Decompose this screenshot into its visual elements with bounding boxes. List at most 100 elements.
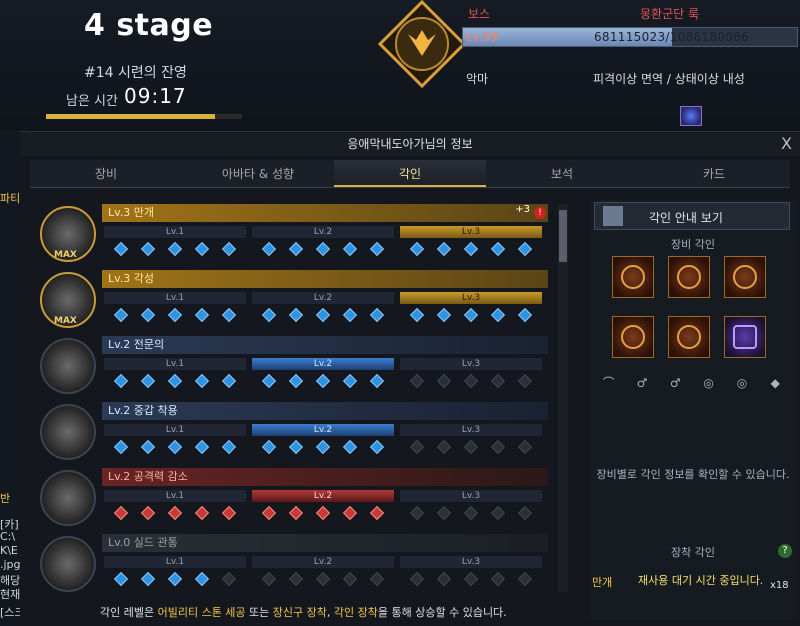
engraving-node <box>315 439 331 455</box>
engraving-node <box>194 307 210 323</box>
book-icon <box>603 206 623 226</box>
scrollbar-thumb[interactable] <box>559 210 567 262</box>
level-segment: Lv.3 <box>400 490 542 502</box>
footer-text: 을 통해 상승할 수 있습니다. <box>377 606 507 619</box>
engraving-row[interactable]: Lv.2 전문의 Lv.1 Lv.2 Lv.3 <box>38 336 550 398</box>
item-count: x18 <box>770 580 789 591</box>
engraving-node <box>369 307 385 323</box>
level-segment: Lv.1 <box>104 358 246 370</box>
accessory-slot-earring-1[interactable] <box>668 256 710 298</box>
accessory-slot-earring-2[interactable] <box>724 256 766 298</box>
engraving-node <box>221 505 237 521</box>
engraving-node <box>490 373 506 389</box>
ring-icon: ◎ <box>736 376 748 390</box>
engraving-node <box>463 241 479 257</box>
engraving-node <box>315 571 331 587</box>
node-group <box>400 373 542 389</box>
node-group <box>104 439 246 455</box>
engraving-guide-button[interactable]: 각인 안내 보기 <box>594 202 790 230</box>
necklace-icon: ⌒ <box>602 376 615 390</box>
engraving-side-panel: 각인 안내 보기 장비 각인 ⌒ ♂ ♂ ◎ ◎ ◆ 장비별로 각인 정보를 확… <box>590 200 796 620</box>
engraving-node <box>463 571 479 587</box>
equipped-engraving-status: 만개 <box>592 576 613 589</box>
engraving-node <box>369 505 385 521</box>
tab-equipment[interactable]: 장비 <box>30 160 182 187</box>
tab-engraving[interactable]: 각인 <box>334 160 486 187</box>
tab-avatar[interactable]: 아바타 & 성향 <box>182 160 334 187</box>
engraving-node <box>167 571 183 587</box>
engraving-node <box>288 571 304 587</box>
boss-status-icon[interactable] <box>680 106 702 126</box>
engraving-node <box>261 439 277 455</box>
engraving-node <box>288 439 304 455</box>
engraving-node <box>315 307 331 323</box>
engraving-node <box>490 439 506 455</box>
engraving-node <box>167 241 183 257</box>
engraving-node <box>517 439 533 455</box>
accessory-slot-ring-1[interactable] <box>612 316 654 358</box>
level-segment: Lv.2 <box>252 292 394 304</box>
accessory-slot-necklace[interactable] <box>612 256 654 298</box>
engraving-node <box>517 373 533 389</box>
engraving-node <box>463 307 479 323</box>
engraving-node <box>463 373 479 389</box>
node-group <box>400 505 542 521</box>
earring-icon: ♂ <box>669 376 681 390</box>
slot-type-icons: ⌒ ♂ ♂ ◎ ◎ ◆ <box>592 373 792 393</box>
engraving-node <box>140 505 156 521</box>
equipment-engraving-title: 장비 각인 <box>671 238 715 251</box>
engraving-row[interactable]: Lv.2 중갑 착용 Lv.1 Lv.2 Lv.3 <box>38 402 550 464</box>
engraving-row[interactable]: MAX Lv.3 각성 Lv.1 Lv.2 Lv.3 <box>38 270 550 332</box>
engraving-guide-label: 각인 안내 보기 <box>649 211 723 225</box>
engraving-node <box>261 241 277 257</box>
engraving-node <box>409 241 425 257</box>
engraving-name: Lv.2 중갑 착용 <box>102 402 548 420</box>
boss-name: 몽환군단 룩 <box>640 7 700 21</box>
engraving-node <box>194 571 210 587</box>
warning-icon[interactable]: ! <box>534 207 546 219</box>
engraving-row[interactable]: Lv.0 실드 관통 Lv.1 Lv.2 Lv.3 <box>38 534 550 592</box>
footer-text: , <box>326 606 334 619</box>
engraving-node <box>113 241 129 257</box>
engraving-node <box>436 373 452 389</box>
engraving-node <box>194 241 210 257</box>
top-hud: 4 stage #14 시련의 잔영 남은 시간 09:17 보스 몽환군단 룩… <box>0 0 800 130</box>
engraving-node <box>221 307 237 323</box>
engraving-node <box>463 505 479 521</box>
node-group <box>252 439 394 455</box>
timer-progress-bar <box>46 114 242 119</box>
engraving-row[interactable]: MAX Lv.3 만개 +3! Lv.1 Lv.2 Lv.3 <box>38 204 550 266</box>
remaining-time-value: 09:17 <box>124 84 187 108</box>
node-group <box>104 505 246 521</box>
ring-icon <box>621 325 645 349</box>
engraving-node <box>463 439 479 455</box>
ability-stone-icon <box>733 325 757 349</box>
engraving-row[interactable]: Lv.2 공격력 감소 Lv.1 Lv.2 Lv.3 <box>38 468 550 530</box>
engraving-node <box>140 439 156 455</box>
engraving-icon <box>40 536 96 592</box>
accessory-slot-ring-2[interactable] <box>668 316 710 358</box>
node-group <box>104 571 246 587</box>
engraving-node <box>409 571 425 587</box>
tab-gems[interactable]: 보석 <box>486 160 638 187</box>
tab-cards[interactable]: 카드 <box>638 160 790 187</box>
level-segment: Lv.3 <box>400 292 542 304</box>
background-party-label: 파티 <box>0 192 21 205</box>
engraving-node <box>436 571 452 587</box>
close-button[interactable]: X <box>781 134 792 153</box>
engraving-name: Lv.0 실드 관통 <box>102 534 548 552</box>
earring-icon <box>677 265 701 289</box>
node-group <box>252 373 394 389</box>
engraving-list: MAX Lv.3 만개 +3! Lv.1 Lv.2 Lv.3 MAX Lv.3 각성 Lv.1 L… <box>38 204 550 592</box>
engraving-node <box>167 439 183 455</box>
footer-text: 각인 레벨은 <box>100 606 158 619</box>
level-segment: Lv.1 <box>104 292 246 304</box>
help-icon[interactable]: ? <box>778 544 792 558</box>
trial-name: #14 시련의 잔영 <box>84 65 187 81</box>
earring-icon <box>733 265 757 289</box>
scrollbar[interactable] <box>558 204 568 592</box>
engraving-node <box>221 439 237 455</box>
level-segment: Lv.2 <box>252 490 394 502</box>
ability-stone-slot[interactable] <box>724 316 766 358</box>
engraving-node <box>113 571 129 587</box>
